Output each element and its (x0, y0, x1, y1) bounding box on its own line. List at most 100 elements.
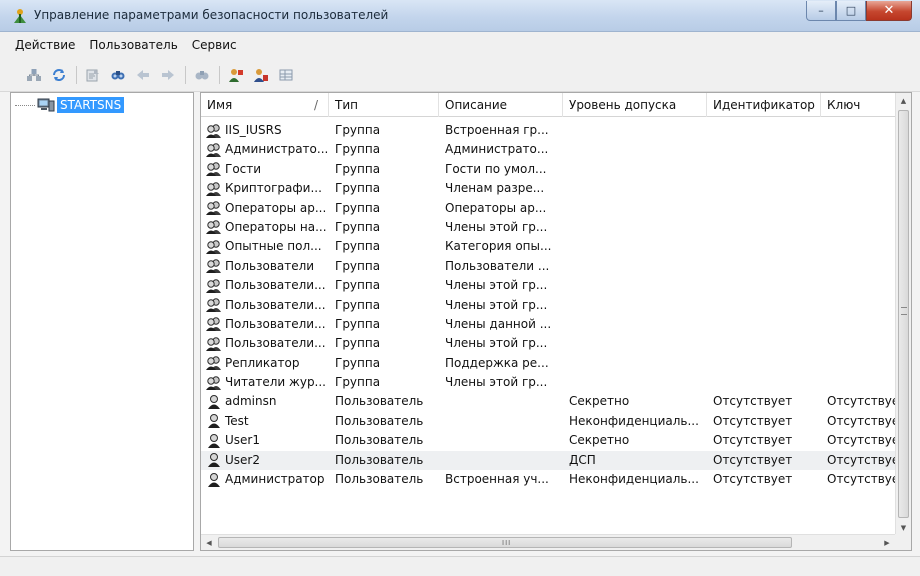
tree-connector (15, 104, 35, 106)
cell-id: Отсутствует (713, 452, 793, 467)
minimize-button[interactable]: – (806, 1, 836, 21)
cell-key (827, 179, 899, 198)
tree-node-root[interactable]: STARTSNS (15, 97, 125, 113)
table-row[interactable]: Читатели жур... Группа Члены этой гр... (201, 373, 897, 392)
cell-description: Встроенная гр... (445, 123, 549, 137)
cell-name: IIS_IUSRS (205, 121, 329, 140)
cell-key (827, 276, 899, 295)
table-row[interactable]: Пользователи... Группа Члены этой гр... (201, 334, 897, 353)
table-row[interactable]: Операторы на... Группа Члены этой гр... (201, 218, 897, 237)
table-row[interactable]: Репликатор Группа Поддержка ре... (201, 354, 897, 373)
cell-name: Репликатор (205, 354, 329, 373)
table-row[interactable]: User1 Пользователь Секретно Отсутствует Отсу… (201, 431, 899, 450)
table-row[interactable]: Гости Группа Гости по умол... (201, 160, 897, 179)
title-bar[interactable]: Управление параметрами безопасности поль… (0, 0, 920, 32)
cell-description (445, 412, 563, 431)
column-header-description[interactable]: Описание (439, 93, 563, 117)
menu-bar: Действие Пользователь Сервис (0, 32, 920, 58)
row-name-label: IIS_IUSRS (225, 123, 282, 137)
network-connect-icon[interactable] (26, 67, 42, 83)
cell-level (569, 315, 707, 334)
window-title: Управление параметрами безопасности поль… (34, 8, 389, 22)
scroll-right-arrow-icon[interactable]: ▶ (879, 535, 895, 550)
cell-key: Отсутствует (827, 472, 899, 487)
table-row[interactable]: Администратор Пользователь Встроенная уч..… (201, 470, 899, 489)
vertical-scroll-thumb[interactable] (898, 110, 909, 518)
group-icon (205, 336, 223, 352)
refresh-icon[interactable] (51, 67, 67, 83)
scrollbar-corner (895, 534, 911, 550)
find-icon[interactable] (110, 67, 126, 83)
table-row[interactable]: Администрато... Группа Администрато... (201, 140, 897, 159)
menu-user[interactable]: Пользователь (82, 35, 184, 55)
cell-key (827, 140, 899, 159)
vertical-scrollbar[interactable]: ▲ ▼ (895, 93, 911, 536)
tree-root-label[interactable]: STARTSNS (57, 97, 125, 113)
cell-id (713, 121, 821, 140)
cell-key: Отсутствует (827, 413, 899, 428)
user-settings-icon[interactable] (253, 67, 269, 83)
menu-action[interactable]: Действие (8, 35, 82, 55)
cell-type: Группа (335, 219, 381, 234)
table-row[interactable]: Пользователи Группа Пользователи ... (201, 257, 897, 276)
cell-key (827, 121, 899, 140)
scroll-up-arrow-icon[interactable]: ▲ (896, 93, 911, 109)
cell-id (713, 140, 821, 159)
cell-id (713, 179, 821, 198)
table-row[interactable]: Пользователи... Группа Члены этой гр... (201, 296, 897, 315)
maximize-button[interactable]: □ (836, 1, 866, 21)
close-button[interactable]: ✕ (866, 1, 912, 21)
table-row[interactable]: Пользователи... Группа Члены данной ... (201, 315, 897, 334)
horizontal-scroll-thumb[interactable]: III (218, 537, 792, 548)
row-name-label: adminsn (225, 394, 277, 409)
cell-name: Опытные пол... (205, 237, 329, 256)
row-name-label: Гости (225, 161, 262, 176)
table-row[interactable]: Пользователи... Группа Члены этой гр... (201, 276, 897, 295)
table-row[interactable]: User2 Пользователь ДСП Отсутствует Отсутству… (201, 450, 899, 471)
grid-view-icon[interactable] (278, 67, 294, 83)
cell-description: Операторы ар... (445, 200, 547, 215)
horizontal-scrollbar[interactable]: ◀ III ▶ (201, 534, 911, 550)
cell-type: Пользователь (335, 433, 424, 448)
table-row[interactable]: Опытные пол... Группа Категория опы... (201, 237, 897, 256)
cell-name: Читатели жур... (205, 373, 329, 392)
cell-name: Гости (205, 160, 329, 179)
properties-icon[interactable] (85, 67, 101, 83)
cell-level (569, 276, 707, 295)
find-next-icon[interactable] (194, 67, 210, 83)
cell-description: Члены этой гр... (445, 375, 548, 390)
table-row[interactable]: adminsn Пользователь Секретно Отсутствует От… (201, 392, 899, 411)
cell-key: Отсутствует (827, 433, 899, 448)
group-icon (205, 297, 223, 313)
table-row[interactable]: Операторы ар... Группа Операторы ар... (201, 199, 897, 218)
cell-name: adminsn (205, 392, 329, 411)
row-name-label: Пользователи... (225, 316, 326, 331)
cell-id: Отсутствует (713, 413, 793, 428)
column-header-access-level[interactable]: Уровень допуска (563, 93, 707, 117)
cell-description: Члены этой гр... (445, 297, 548, 312)
cell-name: Пользователи... (205, 276, 329, 295)
cell-type: Пользователь (335, 413, 424, 428)
cell-type: Группа (335, 142, 381, 157)
back-arrow-icon[interactable] (135, 67, 151, 83)
forward-arrow-icon[interactable] (160, 67, 176, 83)
cell-type: Группа (335, 123, 381, 137)
menu-service[interactable]: Сервис (185, 35, 244, 55)
cell-type: Группа (335, 258, 381, 273)
table-row[interactable]: IIS_IUSRS Группа Встроенная гр... (201, 121, 897, 140)
users-list-pane: Имя / Тип Описание Уровень допуска Идент… (200, 92, 912, 551)
scroll-grip-icon: III (502, 539, 512, 547)
cell-description: Администрато... (445, 142, 549, 157)
cell-id (713, 160, 821, 179)
add-user-icon[interactable] (228, 67, 244, 83)
cell-level (569, 373, 707, 392)
cell-name: Пользователи... (205, 334, 329, 353)
table-row[interactable]: Криптографи... Группа Членам разре... (201, 179, 897, 198)
table-row[interactable]: Test Пользователь Неконфиденциаль... Отсутс… (201, 412, 899, 431)
cell-type: Группа (335, 161, 381, 176)
column-header-identifier[interactable]: Идентификатор (707, 93, 821, 117)
column-header-key[interactable]: Ключ (821, 93, 897, 117)
column-header-type[interactable]: Тип (329, 93, 439, 117)
scroll-left-arrow-icon[interactable]: ◀ (201, 535, 217, 550)
column-header-name[interactable]: Имя / (201, 93, 329, 117)
